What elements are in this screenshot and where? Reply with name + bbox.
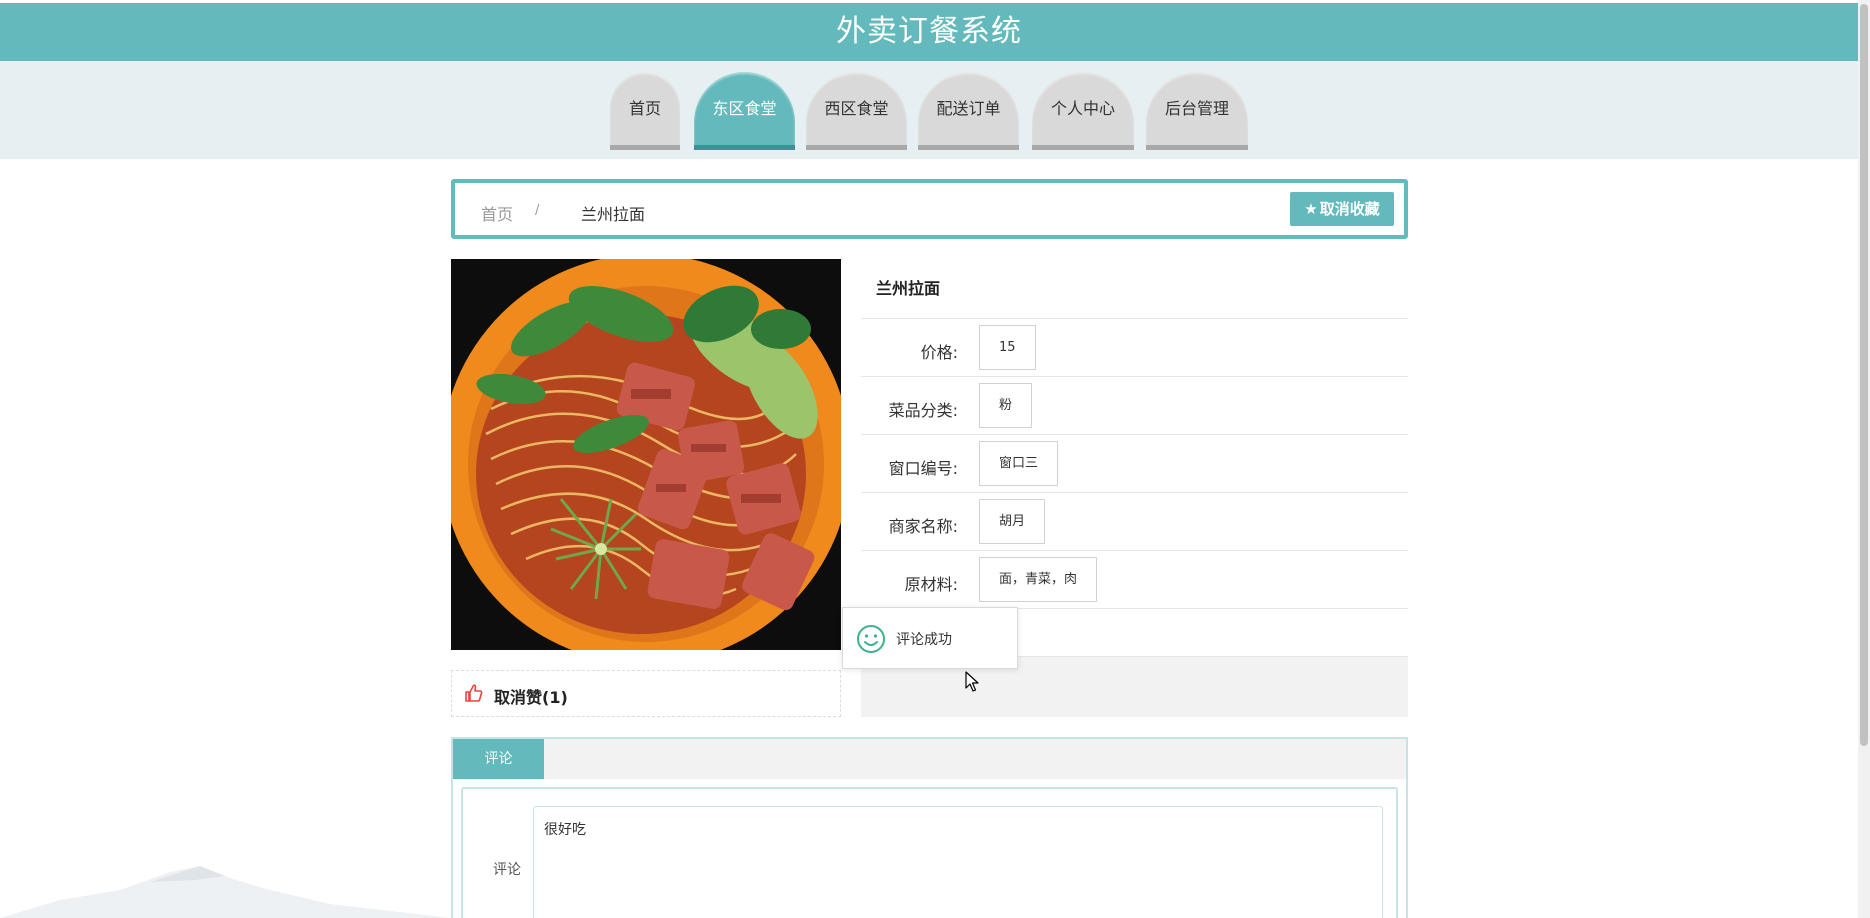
breadcrumb: 首页 / 兰州拉面 ★ 取消收藏: [451, 179, 1408, 239]
detail-value: 面，青菜，肉: [979, 557, 1098, 602]
comment-form: 评论: [461, 787, 1398, 918]
unfavorite-button-label: 取消收藏: [1319, 200, 1380, 218]
toast-text: 评论成功: [896, 632, 952, 648]
detail-value: 粉: [979, 383, 1033, 428]
noodle-bowl-illustration: [451, 259, 841, 650]
detail-row-window: 窗口编号: 窗口三: [861, 435, 1408, 493]
comment-panel: 评论 评论: [451, 737, 1408, 918]
detail-value: 窗口三: [979, 441, 1059, 486]
detail-value: 15: [979, 325, 1036, 370]
comment-textarea[interactable]: [533, 806, 1383, 918]
food-image: [451, 259, 841, 650]
nav-tab-home[interactable]: 首页: [610, 72, 680, 150]
detail-label: 价格:: [920, 343, 958, 362]
app-header: 外卖订餐系统: [0, 3, 1858, 61]
detail-label: 窗口编号:: [888, 459, 958, 478]
nav-tab-east-canteen[interactable]: 东区食堂: [694, 72, 795, 150]
breadcrumb-home-link[interactable]: 首页: [481, 201, 513, 225]
nav-tab-admin[interactable]: 后台管理: [1146, 72, 1248, 150]
app-title: 外卖订餐系统: [836, 14, 1022, 49]
like-box[interactable]: 取消赞(1): [451, 670, 841, 717]
detail-label: 商家名称:: [888, 517, 958, 536]
nav-tab-delivery-orders[interactable]: 配送订单: [918, 72, 1019, 150]
comment-field-label: 评论: [493, 862, 521, 878]
unlike-label: 取消赞(1): [494, 688, 568, 707]
breadcrumb-current: 兰州拉面: [581, 205, 646, 224]
detail-row-category: 菜品分类: 粉: [861, 377, 1408, 435]
mouse-cursor-icon: [965, 671, 979, 692]
toast-message: 评论成功: [842, 607, 1018, 669]
detail-row-ingredients: 原材料: 面，青菜，肉: [861, 551, 1408, 609]
mountain-decoration: [0, 866, 450, 918]
main-nav: 首页 东区食堂 西区食堂 配送订单 个人中心 后台管理: [0, 72, 1858, 152]
page-scrollbar[interactable]: [1858, 0, 1870, 918]
nav-tab-west-canteen[interactable]: 西区食堂: [806, 72, 907, 150]
detail-label: 原材料:: [904, 575, 958, 594]
comment-tab-bar: 评论: [453, 739, 1406, 779]
detail-row-price: 价格: 15: [861, 319, 1408, 377]
unfavorite-button[interactable]: ★ 取消收藏: [1290, 192, 1394, 226]
star-icon: ★: [1304, 200, 1318, 218]
food-title: 兰州拉面: [861, 259, 1408, 319]
detail-row-merchant: 商家名称: 胡月: [861, 493, 1408, 551]
detail-value: 胡月: [979, 499, 1046, 544]
smile-icon: [857, 625, 885, 653]
tab-comment[interactable]: 评论: [453, 739, 544, 779]
scrollbar-thumb[interactable]: [1860, 4, 1868, 746]
thumbs-up-icon: [465, 684, 483, 702]
breadcrumb-separator: /: [535, 203, 540, 218]
detail-label: 菜品分类:: [888, 401, 958, 420]
nav-tab-personal-center[interactable]: 个人中心: [1032, 72, 1134, 150]
